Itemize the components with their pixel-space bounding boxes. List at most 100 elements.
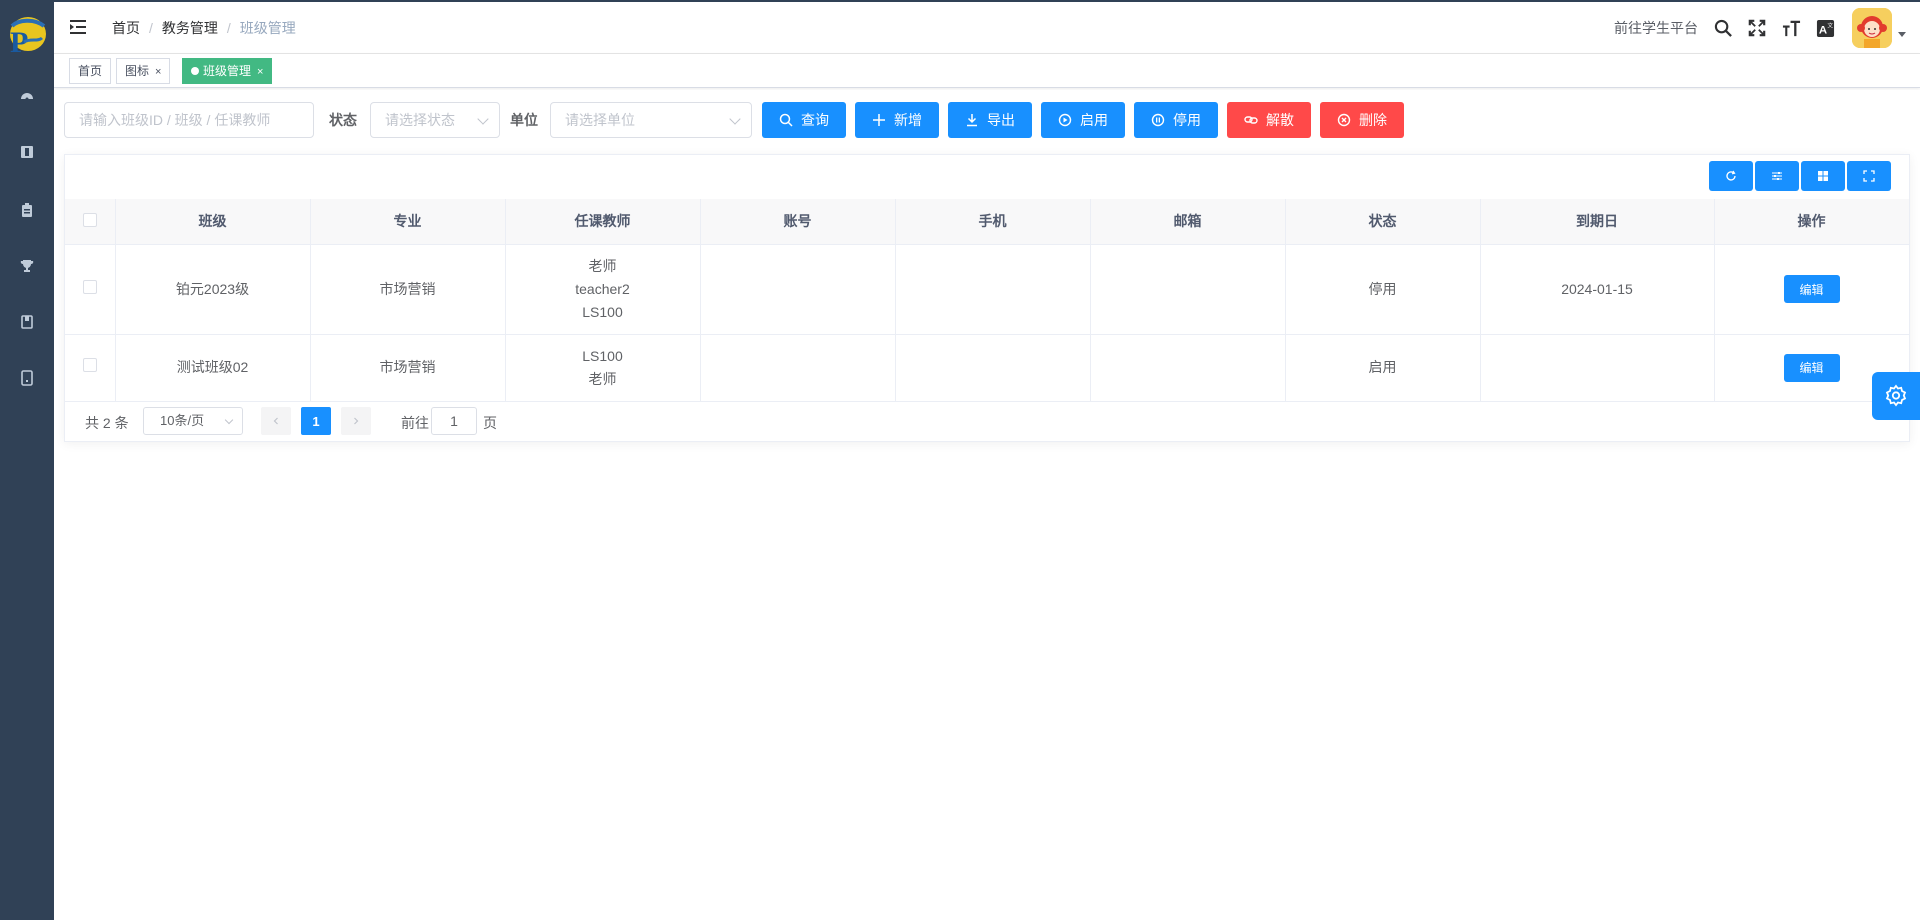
tag-label: 首页 bbox=[78, 64, 103, 78]
breadcrumb-separator: / bbox=[226, 20, 231, 36]
prev-page-button[interactable] bbox=[261, 407, 291, 435]
column-header-teacher[interactable]: 任课教师 bbox=[505, 199, 701, 245]
cell-class: 测试班级02 bbox=[115, 334, 311, 402]
tag-close-icon[interactable]: × bbox=[257, 66, 263, 78]
clipboard-icon bbox=[22, 203, 32, 217]
sidebar-item-info[interactable] bbox=[0, 132, 54, 172]
sidebar-item-clipboard[interactable] bbox=[0, 190, 54, 230]
next-page-button[interactable] bbox=[341, 407, 371, 435]
sidebar-item-book[interactable] bbox=[0, 302, 54, 342]
breadcrumb: 首页 / 教务管理 / 班级管理 bbox=[112, 18, 296, 38]
info-card-icon bbox=[21, 146, 33, 158]
breadcrumb-home[interactable]: 首页 bbox=[112, 18, 140, 38]
pause-circle-icon bbox=[1151, 113, 1165, 127]
goto-page-input[interactable]: 1 bbox=[431, 407, 477, 435]
goto-suffix-label: 页 bbox=[483, 415, 497, 431]
table-tools bbox=[1707, 161, 1891, 191]
download-icon bbox=[967, 114, 977, 127]
class-table: 班级 专业 任课教师 账号 手机 邮箱 状态 到期日 操作 铂元2023级 市场… bbox=[65, 199, 1910, 402]
edit-button[interactable]: 编辑 bbox=[1783, 275, 1840, 303]
sidebar-item-dashboard[interactable] bbox=[0, 76, 54, 116]
tag-icons[interactable]: 图标 × bbox=[116, 58, 171, 84]
page-size-select[interactable]: 10条/页 bbox=[143, 407, 243, 435]
sidebar-item-trophy[interactable] bbox=[0, 246, 54, 286]
cell-teachers: LS100 老师 bbox=[505, 334, 701, 402]
close-circle-icon bbox=[1337, 113, 1351, 127]
unit-label: 单位 bbox=[510, 112, 538, 128]
table-fullscreen-button[interactable] bbox=[1847, 161, 1891, 191]
select-all-cell bbox=[65, 199, 116, 245]
header-language[interactable]: A文 bbox=[1814, 17, 1836, 39]
table-row: 测试班级02 市场营销 LS100 老师 启用 编辑 bbox=[65, 334, 1910, 402]
logo[interactable]: P bbox=[4, 12, 48, 59]
column-header-account[interactable]: 账号 bbox=[700, 199, 896, 245]
tablet-icon bbox=[21, 370, 33, 386]
header-right-menu: 前往学生平台 A文 bbox=[1614, 2, 1920, 54]
user-avatar[interactable] bbox=[1852, 8, 1892, 48]
export-button-label: 导出 bbox=[987, 112, 1015, 128]
tag-label: 图标 bbox=[125, 64, 150, 78]
chevron-right-icon bbox=[354, 417, 359, 425]
grid-view-button[interactable] bbox=[1801, 161, 1845, 191]
chevron-down-icon bbox=[224, 415, 234, 425]
pagination: 共 2 条 10条/页 1 前往 1 页 bbox=[65, 405, 1909, 437]
column-header-expiry[interactable]: 到期日 bbox=[1480, 199, 1715, 245]
column-header-major[interactable]: 专业 bbox=[310, 199, 506, 245]
export-button[interactable]: 导出 bbox=[948, 102, 1032, 138]
font-size-icon bbox=[1782, 20, 1800, 36]
search-input[interactable]: 请输入班级ID / 班级 / 任课教师 bbox=[64, 102, 314, 138]
hamburger-toggle[interactable] bbox=[68, 17, 88, 37]
tag-home[interactable]: 首页 bbox=[69, 58, 112, 84]
add-button[interactable]: 新增 bbox=[855, 102, 939, 138]
enable-button[interactable]: 启用 bbox=[1041, 102, 1125, 138]
main-content: 请输入班级ID / 班级 / 任课教师 状态 请选择状态 单位 请选择单位 查询… bbox=[54, 90, 1920, 920]
dissolve-button[interactable]: 解散 bbox=[1227, 102, 1311, 138]
unit-select[interactable]: 请选择单位 bbox=[550, 102, 752, 138]
header-font-size[interactable] bbox=[1780, 17, 1802, 39]
plus-icon bbox=[873, 114, 885, 126]
cell-email bbox=[1090, 334, 1286, 402]
table-panel: 班级 专业 任课教师 账号 手机 邮箱 状态 到期日 操作 铂元2023级 市场… bbox=[64, 154, 1910, 442]
row-select-cell bbox=[65, 244, 116, 335]
avatar-dropdown-caret[interactable] bbox=[1898, 31, 1906, 37]
tag-class-management[interactable]: 班级管理 × bbox=[182, 58, 273, 84]
column-header-phone[interactable]: 手机 bbox=[895, 199, 1091, 245]
column-settings-button[interactable] bbox=[1755, 161, 1799, 191]
select-all-checkbox[interactable] bbox=[82, 212, 97, 227]
play-circle-icon bbox=[1058, 113, 1072, 127]
sidebar-item-tablet[interactable] bbox=[0, 358, 54, 398]
sliders-icon bbox=[1772, 172, 1782, 180]
trophy-icon bbox=[20, 260, 34, 272]
disable-button[interactable]: 停用 bbox=[1134, 102, 1218, 138]
column-header-class[interactable]: 班级 bbox=[115, 199, 311, 245]
header-search[interactable] bbox=[1712, 17, 1734, 39]
pagination-total: 共 2 条 bbox=[85, 415, 129, 431]
book-icon bbox=[21, 315, 33, 329]
cell-teachers: 老师 teacher2 LS100 bbox=[505, 244, 701, 335]
translate-icon: A文 bbox=[1816, 19, 1834, 37]
status-select[interactable]: 请选择状态 bbox=[370, 102, 500, 138]
query-button[interactable]: 查询 bbox=[762, 102, 846, 138]
dashboard-icon bbox=[21, 93, 33, 101]
page-number-current[interactable]: 1 bbox=[301, 407, 331, 435]
fullscreen-icon bbox=[1748, 19, 1766, 37]
settings-float-button[interactable] bbox=[1872, 372, 1920, 420]
breadcrumb-academic[interactable]: 教务管理 bbox=[162, 18, 218, 38]
cell-account bbox=[700, 334, 896, 402]
delete-button[interactable]: 删除 bbox=[1320, 102, 1404, 138]
goto-student-platform-link[interactable]: 前往学生平台 bbox=[1614, 18, 1698, 38]
row-checkbox[interactable] bbox=[82, 358, 97, 372]
tag-close-icon[interactable]: × bbox=[155, 66, 161, 78]
status-select-placeholder: 请选择状态 bbox=[385, 112, 455, 128]
edit-button[interactable]: 编辑 bbox=[1783, 353, 1840, 382]
cell-expiry bbox=[1480, 334, 1715, 402]
row-select-cell bbox=[65, 334, 116, 402]
goto-label: 前往 bbox=[401, 415, 429, 431]
header-fullscreen[interactable] bbox=[1746, 17, 1768, 39]
row-checkbox[interactable] bbox=[82, 279, 97, 294]
table-header-row: 班级 专业 任课教师 账号 手机 邮箱 状态 到期日 操作 bbox=[65, 199, 1910, 245]
column-header-status[interactable]: 状态 bbox=[1285, 199, 1481, 245]
column-header-email[interactable]: 邮箱 bbox=[1090, 199, 1286, 245]
unlink-icon bbox=[1244, 116, 1258, 124]
refresh-button[interactable] bbox=[1709, 161, 1753, 191]
